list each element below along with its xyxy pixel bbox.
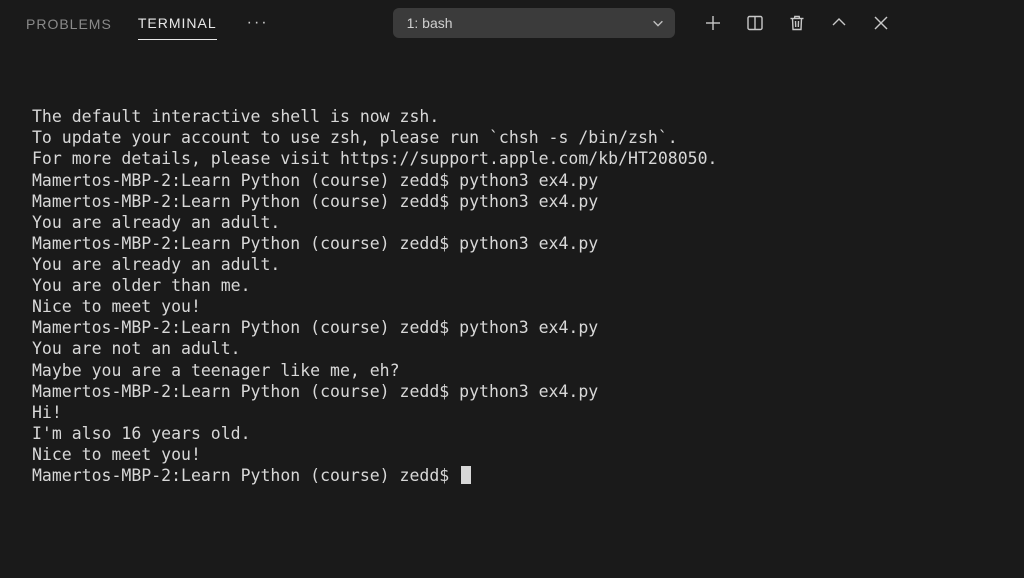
tab-problems[interactable]: PROBLEMS	[26, 6, 112, 40]
split-terminal-button[interactable]	[745, 13, 765, 33]
maximize-panel-button[interactable]	[829, 13, 849, 33]
close-panel-button[interactable]	[871, 13, 891, 33]
terminal-line: The default interactive shell is now zsh…	[32, 106, 1004, 127]
split-panel-icon	[746, 14, 764, 32]
terminal-line: To update your account to use zsh, pleas…	[32, 127, 1004, 148]
chevron-down-icon	[651, 16, 665, 30]
kill-terminal-button[interactable]	[787, 13, 807, 33]
terminal-line: Mamertos-MBP-2:Learn Python (course) zed…	[32, 317, 1004, 338]
close-icon	[872, 14, 890, 32]
terminal-line: Nice to meet you!	[32, 296, 1004, 317]
terminal-line: Mamertos-MBP-2:Learn Python (course) zed…	[32, 381, 1004, 402]
tab-terminal[interactable]: TERMINAL	[138, 5, 217, 40]
terminal-line: I'm also 16 years old.	[32, 423, 1004, 444]
terminal-line: You are already an adult.	[32, 212, 1004, 233]
terminal-line: Maybe you are a teenager like me, eh?	[32, 360, 1004, 381]
chevron-up-icon	[830, 14, 848, 32]
terminal-line: Hi!	[32, 402, 1004, 423]
terminal-line: You are already an adult.	[32, 254, 1004, 275]
terminal-line: Mamertos-MBP-2:Learn Python (course) zed…	[32, 170, 1004, 191]
plus-icon	[704, 14, 722, 32]
tab-overflow-button[interactable]: ···	[243, 14, 273, 32]
shell-select-label: 1: bash	[407, 15, 453, 31]
terminal-cursor	[461, 466, 471, 484]
panel-header: PROBLEMS TERMINAL ··· 1: bash	[0, 0, 1024, 46]
new-terminal-button[interactable]	[703, 13, 723, 33]
terminal-line: Mamertos-MBP-2:Learn Python (course) zed…	[32, 233, 1004, 254]
terminal-line: Mamertos-MBP-2:Learn Python (course) zed…	[32, 191, 1004, 212]
terminal-prompt: Mamertos-MBP-2:Learn Python (course) zed…	[32, 466, 459, 485]
terminal-shell-dropdown[interactable]: 1: bash	[393, 8, 675, 38]
terminal-prompt-line: Mamertos-MBP-2:Learn Python (course) zed…	[32, 465, 1004, 486]
terminal-line: Nice to meet you!	[32, 444, 1004, 465]
terminal-line: You are not an adult.	[32, 338, 1004, 359]
panel-tabs: PROBLEMS TERMINAL ···	[26, 5, 273, 40]
terminal-line: You are older than me.	[32, 275, 1004, 296]
trash-icon	[788, 14, 806, 32]
terminal-line: For more details, please visit https://s…	[32, 148, 1004, 169]
terminal-output[interactable]: The default interactive shell is now zsh…	[0, 46, 1024, 507]
terminal-action-icons	[703, 13, 891, 33]
